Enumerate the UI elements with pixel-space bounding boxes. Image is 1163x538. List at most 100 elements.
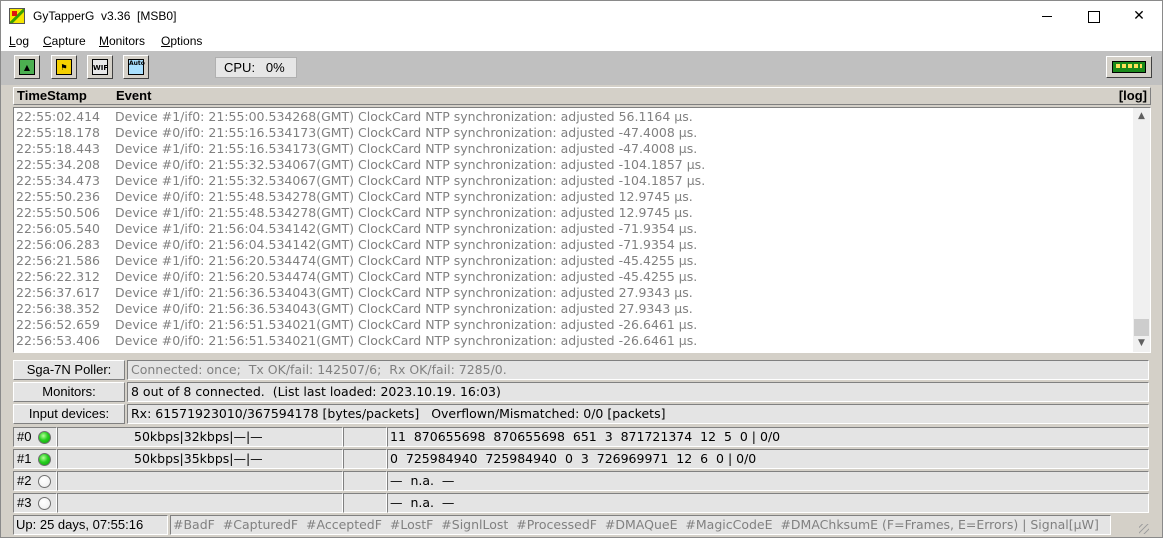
log-event: Device #0/if0: 21:56:51.534021(GMT) Cloc… [115, 333, 698, 348]
device-row-0: #0 50kbps|32kbps|—|— 11 870655698 870655… [13, 427, 1149, 447]
signal-tower-button[interactable]: ▲ [14, 55, 40, 79]
log-timestamp: 22:56:38.352 [16, 301, 100, 316]
uptime-indicator: Up: 25 days, 07:55:16 [13, 515, 168, 535]
log-event: Device #1/if0: 21:56:36.534043(GMT) Cloc… [115, 285, 693, 300]
flag-button[interactable]: ⚑ [51, 55, 77, 79]
log-row[interactable]: 22:56:52.659 Device #1/if0: 21:56:51.5340… [14, 317, 1132, 333]
log-row[interactable]: 22:56:38.352 Device #0/if0: 21:56:36.5340… [14, 301, 1132, 317]
log-event: Device #1/if0: 21:55:16.534173(GMT) Cloc… [115, 141, 698, 156]
log-row[interactable]: 22:55:18.178 Device #0/if0: 21:55:16.5341… [14, 125, 1132, 141]
menu-log[interactable]: Log [9, 34, 29, 48]
log-timestamp: 22:55:02.414 [16, 109, 100, 124]
device-stats: 11 870655698 870655698 651 3 871721374 1… [387, 427, 1149, 447]
scroll-thumb[interactable] [1134, 319, 1149, 336]
column-legend: #BadF #CapturedF #AcceptedF #LostF #Sign… [170, 515, 1111, 535]
scroll-up-icon[interactable]: ▲ [1133, 108, 1150, 125]
log-row[interactable]: 22:55:34.473 Device #1/if0: 21:55:32.5340… [14, 173, 1132, 189]
minimize-button[interactable] [1024, 1, 1070, 31]
auto-button[interactable]: Auto [123, 55, 149, 79]
menu-monitors[interactable]: Monitors [99, 34, 145, 48]
device-id: #0 [17, 429, 32, 444]
log-column-header[interactable]: [log] [1119, 88, 1147, 104]
log-event: Device #1/if0: 21:55:00.534268(GMT) Cloc… [115, 109, 693, 124]
device-stats: — n.a. — [387, 493, 1149, 513]
log-event: Device #0/if0: 21:56:20.534474(GMT) Cloc… [115, 269, 698, 284]
device-id: #2 [17, 473, 32, 488]
device-id: #1 [17, 451, 32, 466]
resize-grip-icon[interactable] [1139, 524, 1149, 534]
device-id: #3 [17, 495, 32, 510]
log-timestamp: 22:56:05.540 [16, 221, 100, 236]
log-row[interactable]: 22:55:34.208 Device #0/if0: 21:55:32.5340… [14, 157, 1132, 173]
log-timestamp: 22:55:50.506 [16, 205, 100, 220]
status-led-icon [38, 475, 51, 488]
menu-bar: Log Capture Monitors Options [1, 31, 1162, 51]
log-timestamp: 22:56:06.283 [16, 237, 100, 252]
device-stats: 0 725984940 725984940 0 3 726969971 12 6… [387, 449, 1149, 469]
close-button[interactable]: ✕ [1116, 1, 1162, 31]
train-icon [1112, 61, 1146, 73]
log-event: Device #1/if0: 21:56:51.534021(GMT) Cloc… [115, 317, 698, 332]
event-column-header[interactable]: Event [116, 88, 151, 104]
device-signal-cell [343, 427, 387, 447]
poller-label: Sga-7N Poller: [13, 360, 125, 380]
log-event: Device #0/if0: 21:55:16.534173(GMT) Cloc… [115, 125, 698, 140]
poller-value: Connected: once; Tx OK/fail: 142507/6; R… [127, 360, 1149, 380]
log-scrollbar[interactable]: ▲ ▼ [1133, 108, 1150, 352]
log-timestamp: 22:56:53.406 [16, 333, 100, 348]
monitors-label: Monitors: [13, 382, 125, 402]
log-row[interactable]: 22:56:22.312 Device #0/if0: 21:56:20.5344… [14, 269, 1132, 285]
toolbar: ▲ ⚑ WIF Auto CPU: 0% [1, 51, 1162, 85]
menu-options[interactable]: Options [161, 34, 202, 48]
timestamp-column-header[interactable]: TimeStamp [17, 88, 87, 104]
log-timestamp: 22:56:21.586 [16, 253, 100, 268]
log-row[interactable]: 22:56:37.617 Device #1/if0: 21:56:36.5340… [14, 285, 1132, 301]
log-header: TimeStamp Event [log] [13, 87, 1151, 105]
menu-capture[interactable]: Capture [43, 34, 86, 48]
log-event: Device #1/if0: 21:55:48.534278(GMT) Cloc… [115, 205, 693, 220]
status-led-icon [38, 497, 51, 510]
log-timestamp: 22:56:37.617 [16, 285, 100, 300]
status-led-icon [38, 453, 51, 466]
log-row[interactable]: 22:56:21.586 Device #1/if0: 21:56:20.5344… [14, 253, 1132, 269]
log-row[interactable]: 22:55:50.236 Device #0/if0: 21:55:48.5342… [14, 189, 1132, 205]
input-devices-value: Rx: 61571923010/367594178 [bytes/packets… [127, 404, 1149, 424]
window-title: GyTapperG v3.36 [MSB0] [33, 9, 177, 23]
log-timestamp: 22:55:18.178 [16, 125, 100, 140]
maximize-button[interactable] [1070, 1, 1116, 31]
monitors-value: 8 out of 8 connected. (List last loaded:… [127, 382, 1149, 402]
log-event: Device #1/if0: 21:56:04.534142(GMT) Cloc… [115, 221, 698, 236]
log-list[interactable]: 22:55:02.414 Device #1/if0: 21:55:00.5342… [13, 107, 1151, 353]
log-row[interactable]: 22:56:53.406 Device #0/if0: 21:56:51.5340… [14, 333, 1132, 349]
device-signal-cell [343, 471, 387, 491]
status-led-icon [38, 431, 51, 444]
train-button[interactable] [1106, 56, 1152, 78]
log-event: Device #1/if0: 21:55:32.534067(GMT) Cloc… [115, 173, 706, 188]
device-rate: 50kbps|32kbps|—|— [134, 429, 263, 444]
input-devices-label: Input devices: [13, 404, 125, 424]
scroll-down-icon[interactable]: ▼ [1133, 335, 1150, 352]
signal-tower-icon: ▲ [19, 59, 35, 75]
log-event: Device #0/if0: 21:56:36.534043(GMT) Cloc… [115, 301, 693, 316]
device-rate: 50kbps|35kbps|—|— [134, 451, 263, 466]
auto-icon: Auto [128, 59, 145, 75]
device-stats: — n.a. — [387, 471, 1149, 491]
log-row[interactable]: 22:56:06.283 Device #0/if0: 21:56:04.5341… [14, 237, 1132, 253]
log-timestamp: 22:55:18.443 [16, 141, 100, 156]
log-event: Device #0/if0: 21:56:04.534142(GMT) Cloc… [115, 237, 698, 252]
status-panel: Sga-7N Poller: Connected: once; Tx OK/fa… [11, 356, 1153, 537]
device-row-2: #2 — n.a. — [13, 471, 1149, 491]
wif-button[interactable]: WIF [87, 55, 113, 79]
log-row[interactable]: 22:56:05.540 Device #1/if0: 21:56:04.5341… [14, 221, 1132, 237]
device-signal-cell [343, 493, 387, 513]
log-row[interactable]: 22:55:02.414 Device #1/if0: 21:55:00.5342… [14, 109, 1132, 125]
log-row[interactable]: 22:55:18.443 Device #1/if0: 21:55:16.5341… [14, 141, 1132, 157]
device-signal-cell [343, 449, 387, 469]
log-timestamp: 22:56:52.659 [16, 317, 100, 332]
flag-icon: ⚑ [56, 59, 72, 75]
log-event: Device #0/if0: 21:55:48.534278(GMT) Cloc… [115, 189, 693, 204]
device-row-1: #1 50kbps|35kbps|—|— 0 725984940 7259849… [13, 449, 1149, 469]
log-event: Device #1/if0: 21:56:20.534474(GMT) Cloc… [115, 253, 698, 268]
log-row[interactable]: 22:55:50.506 Device #1/if0: 21:55:48.5342… [14, 205, 1132, 221]
app-window: GyTapperG v3.36 [MSB0] ✕ Log Capture Mon… [0, 0, 1163, 538]
